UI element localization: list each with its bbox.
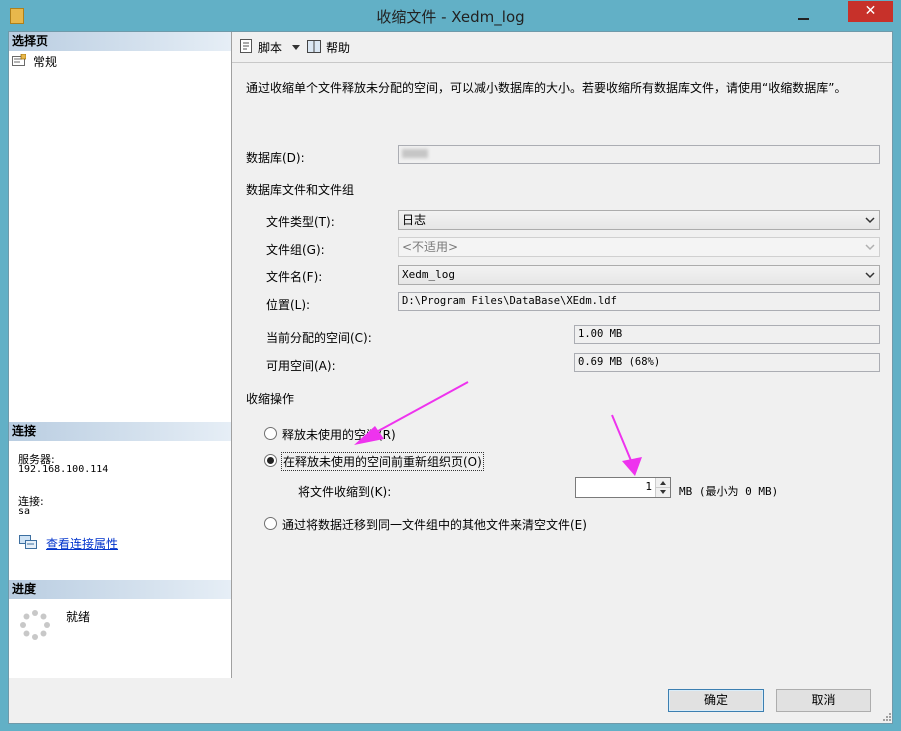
close-button[interactable]: ✕ bbox=[848, 1, 893, 22]
minimize-button[interactable] bbox=[792, 10, 816, 22]
script-button[interactable]: 脚本 bbox=[238, 38, 308, 56]
resize-grip-icon[interactable] bbox=[882, 712, 892, 722]
title-bar[interactable]: 收缩文件 - Xedm_log ✕ bbox=[0, 0, 901, 31]
cancel-button[interactable]: 取消 bbox=[776, 689, 871, 712]
script-icon bbox=[240, 39, 252, 53]
annotation-arrows bbox=[354, 381, 642, 476]
main-content: 通过收缩单个文件释放未分配的空间，可以减小数据库的大小。若要收缩所有数据库文件，… bbox=[232, 63, 892, 679]
properties-page-icon bbox=[12, 54, 26, 66]
help-button[interactable]: 帮助 bbox=[307, 38, 357, 56]
connection-value: sa bbox=[18, 506, 31, 517]
view-connection-properties-link[interactable]: 查看连接属性 bbox=[46, 535, 118, 552]
connection-header: 连接 bbox=[9, 422, 231, 441]
server-value: 192.168.100.114 bbox=[18, 464, 109, 475]
ok-button[interactable]: 确定 bbox=[668, 689, 764, 712]
connection-properties-icon bbox=[19, 535, 37, 549]
page-item-general[interactable]: 常规 bbox=[11, 53, 221, 69]
select-page-header: 选择页 bbox=[9, 32, 231, 51]
progress-status: 就绪 bbox=[66, 610, 91, 624]
page-item-general-label: 常规 bbox=[33, 55, 58, 69]
toolbar: 脚本 帮助 bbox=[232, 32, 892, 63]
help-book-icon bbox=[307, 40, 321, 53]
dialog-window: 收缩文件 - Xedm_log ✕ 选择页 常规 连接 服务器: 192.168… bbox=[0, 0, 901, 731]
chevron-down-icon[interactable] bbox=[292, 45, 300, 50]
left-pane: 选择页 常规 连接 服务器: 192.168.100.114 连接: sa 查看… bbox=[9, 32, 232, 678]
help-button-label: 帮助 bbox=[326, 41, 351, 55]
progress-header: 进度 bbox=[9, 580, 231, 599]
script-button-label: 脚本 bbox=[258, 41, 283, 55]
progress-spinner-icon bbox=[20, 610, 50, 640]
window-title: 收缩文件 - Xedm_log bbox=[376, 8, 525, 26]
